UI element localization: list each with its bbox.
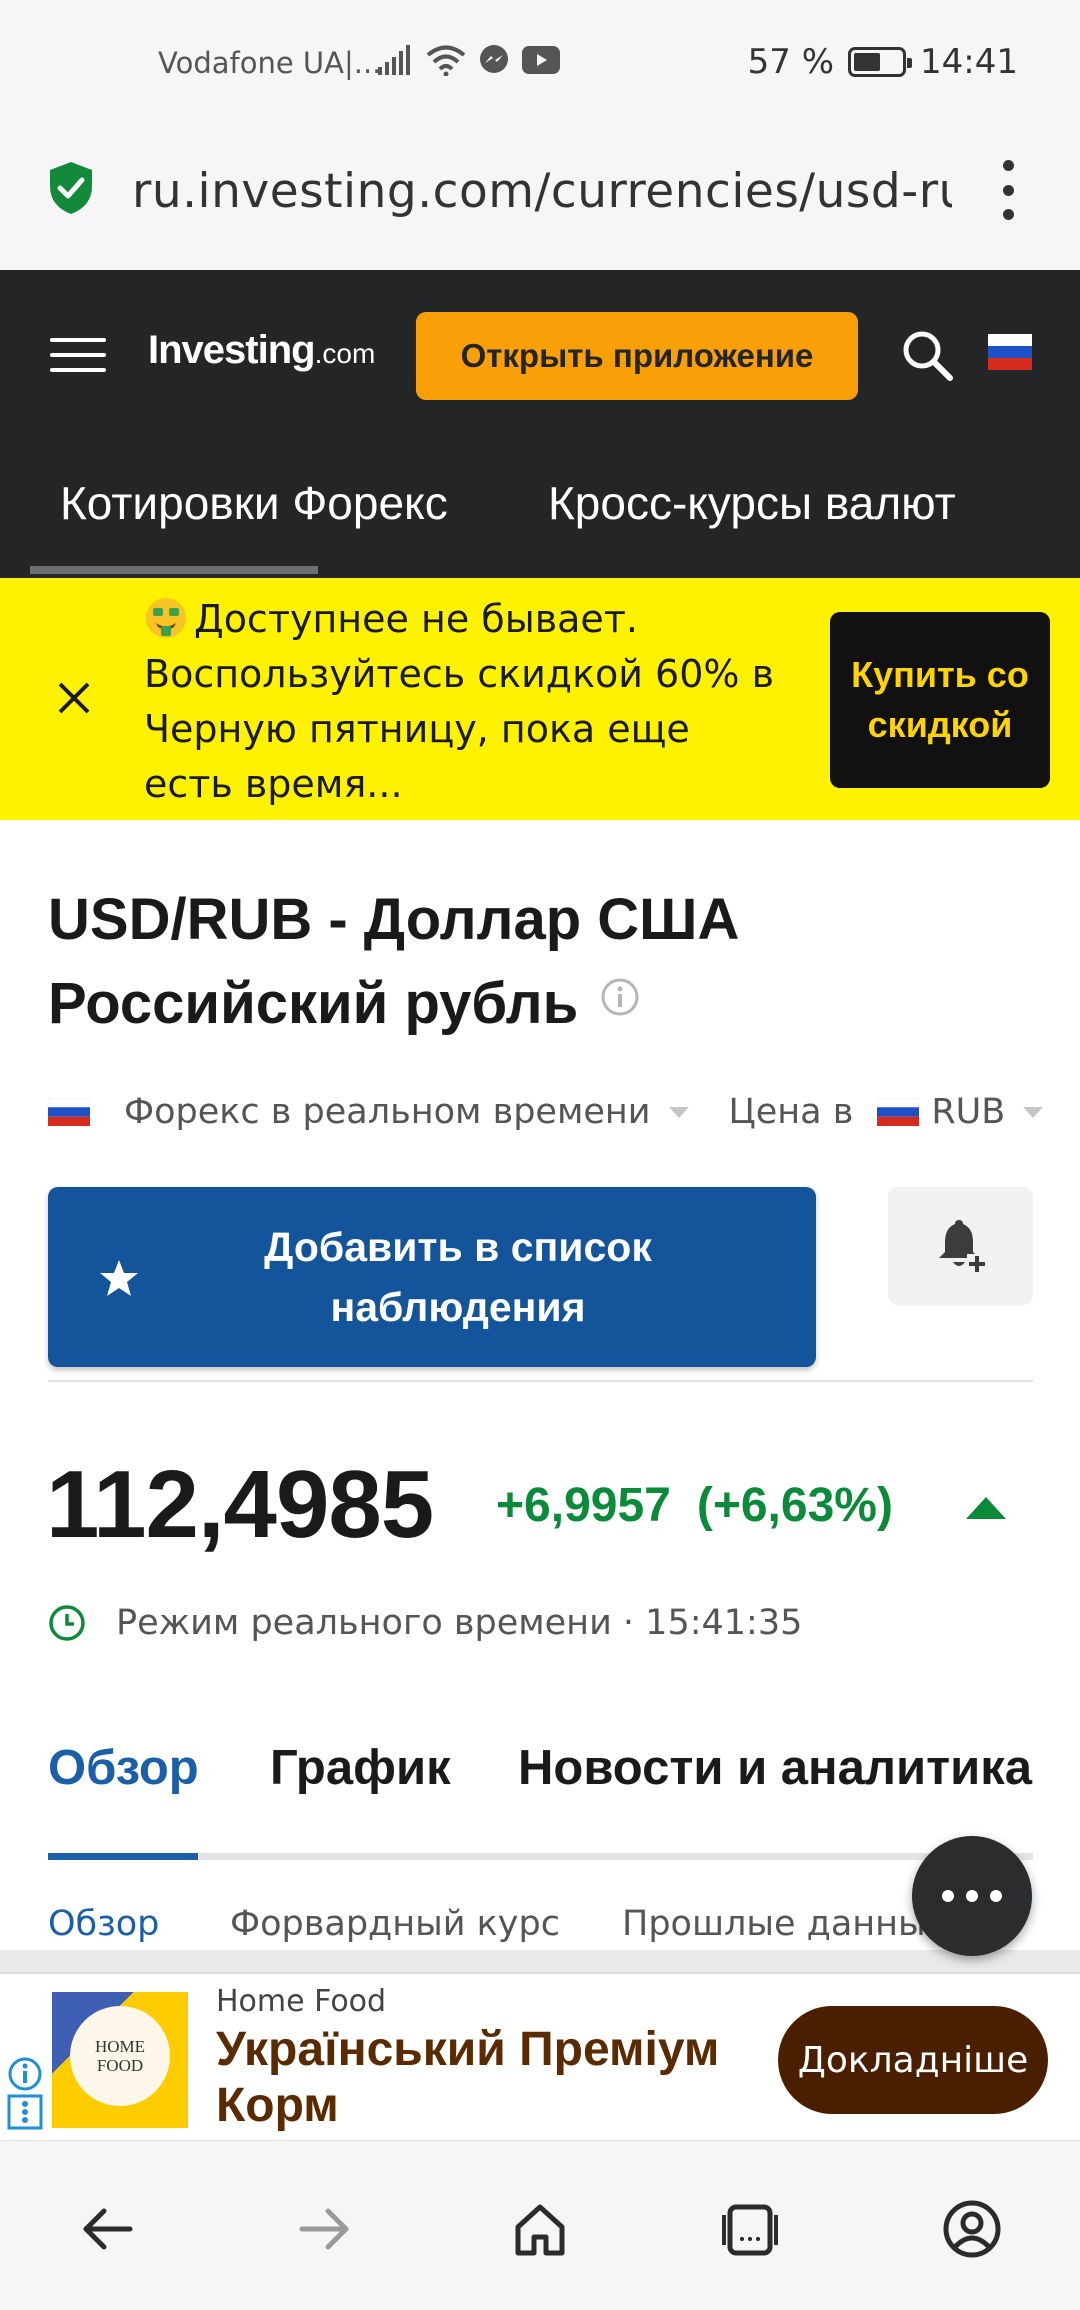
browser-url-bar[interactable]: ru.investing.com/currencies/usd-rub	[0, 120, 1080, 270]
market-type-label[interactable]: Форекс в реальном времени	[124, 1092, 651, 1132]
logo-text: Investing	[148, 328, 316, 372]
ad-logo-line1: HOME	[94, 2037, 146, 2056]
url-text[interactable]: ru.investing.com/currencies/usd-rub	[132, 164, 952, 219]
carrier-label: Vodafone UA|...	[158, 46, 382, 80]
site-header: Investing.com Открыть приложение Котиров…	[0, 270, 1080, 580]
tab-news-analytics[interactable]: Новости и аналитика	[518, 1740, 1032, 1796]
watchlist-label: Добавить в список наблюдения	[264, 1224, 652, 1330]
tab-active-indicator	[48, 1853, 198, 1860]
clock-icon	[49, 1605, 85, 1641]
currency-dropdown-icon[interactable]	[1023, 1106, 1044, 1118]
status-right: 57 % 14:41	[748, 42, 1018, 82]
change-percent: (+6,63%)	[696, 1479, 893, 1532]
russia-flag-icon	[48, 1098, 90, 1126]
ad-logo-line2: FOOD	[96, 2056, 144, 2075]
realtime-label: Режим реального времени · 15:41:35	[116, 1603, 803, 1643]
add-to-watchlist-button[interactable]: Добавить в список наблюдения	[48, 1187, 816, 1367]
market-dropdown-icon[interactable]	[668, 1106, 689, 1118]
subtab-historical-data[interactable]: Прошлые данные	[622, 1904, 947, 1944]
home-icon[interactable]	[510, 2199, 570, 2259]
star-icon	[100, 1260, 138, 1296]
page-title: USD/RUB - Доллар США Российский рубль	[48, 878, 868, 1046]
divider	[48, 1380, 1033, 1382]
back-icon[interactable]	[78, 2199, 138, 2259]
wifi-icon	[426, 45, 466, 76]
price-change: +6,9957 (+6,63%)	[496, 1478, 893, 1533]
price-in-label: Цена в	[728, 1092, 854, 1132]
security-shield-icon[interactable]	[48, 160, 94, 216]
battery-percent: 57 %	[747, 42, 835, 82]
nav-forex-quotes[interactable]: Котировки Форекс	[60, 448, 448, 558]
tab-overview[interactable]: Обзор	[48, 1740, 199, 1796]
menu-icon[interactable]	[50, 338, 106, 372]
search-icon[interactable]	[900, 328, 956, 384]
ad-headline[interactable]: Український Преміум Корм	[216, 2022, 776, 2134]
ad-banner[interactable]: HOME FOOD Home Food Український Преміум …	[0, 1972, 1080, 2140]
buy-discount-button[interactable]: Купить со скидкой	[830, 612, 1050, 788]
change-value: +6,9957	[496, 1479, 671, 1532]
nav-cross-rates[interactable]: Кросс-курсы валют	[548, 448, 956, 558]
signal-icon	[378, 45, 410, 75]
tab-chart[interactable]: График	[270, 1740, 451, 1796]
info-icon[interactable]	[600, 977, 640, 1017]
ad-learn-more-button[interactable]: Докладніше	[778, 2006, 1048, 2114]
subtab-forward-rates[interactable]: Форвардный курс	[230, 1904, 560, 1944]
status-bar: Vodafone UA|... 57 % 14:41	[0, 0, 1080, 120]
nav-active-indicator	[30, 566, 318, 574]
subtab-scroll-track	[0, 1950, 1080, 1972]
forward-icon[interactable]	[294, 2199, 354, 2259]
tabs-icon[interactable]	[720, 2199, 780, 2259]
ad-logo[interactable]: HOME FOOD	[52, 1992, 188, 2128]
more-actions-button[interactable]	[912, 1836, 1032, 1956]
ad-logo-mark: HOME FOOD	[70, 2006, 170, 2106]
market-meta: Форекс в реальном времени Цена в RUB	[48, 1086, 1048, 1138]
investing-logo[interactable]: Investing.com	[148, 328, 375, 373]
sub-tabs: Обзор Форвардный курс Прошлые данные	[48, 1904, 1033, 1954]
promo-banner: Доступнее не бывает. Воспользуйтесь скид…	[0, 578, 1080, 820]
page: Vodafone UA|... 57 % 14:41 ru.investing.…	[0, 0, 1080, 2310]
logo-suffix: .com	[314, 338, 376, 369]
messenger-icon	[480, 45, 508, 73]
overflow-menu-icon[interactable]	[996, 160, 1020, 220]
russia-flag-icon	[877, 1098, 920, 1126]
open-app-button[interactable]: Открыть приложение	[416, 312, 858, 400]
promo-text: Доступнее не бывает. Воспользуйтесь скид…	[144, 592, 784, 812]
close-icon[interactable]	[54, 678, 94, 718]
realtime-status: Режим реального времени · 15:41:35	[48, 1598, 802, 1648]
russia-flag-icon[interactable]	[988, 334, 1032, 370]
promo-message: Доступнее не бывает. Воспользуйтесь скид…	[144, 597, 774, 806]
clock-time: 14:41	[920, 42, 1018, 82]
bell-plus-icon	[938, 1220, 987, 1274]
subtab-overview[interactable]: Обзор	[48, 1904, 159, 1944]
ad-brand: Home Food	[216, 1984, 387, 2019]
add-alert-button[interactable]	[888, 1187, 1033, 1305]
main-tabs: Обзор График Новости и аналитика	[48, 1740, 1033, 1860]
battery-icon	[848, 47, 913, 77]
status-icons	[378, 40, 560, 80]
account-icon[interactable]	[942, 2199, 1002, 2259]
money-face-icon	[146, 598, 186, 638]
currency-select[interactable]: RUB	[931, 1092, 1005, 1132]
last-price: 112,4985	[46, 1451, 434, 1558]
header-nav: Котировки Форекс Кросс-курсы валют	[0, 448, 1080, 580]
adchoices-icon[interactable]	[6, 2056, 44, 2132]
browser-bottom-nav	[0, 2140, 1080, 2310]
youtube-icon	[522, 46, 560, 74]
up-arrow-icon	[966, 1497, 1006, 1519]
